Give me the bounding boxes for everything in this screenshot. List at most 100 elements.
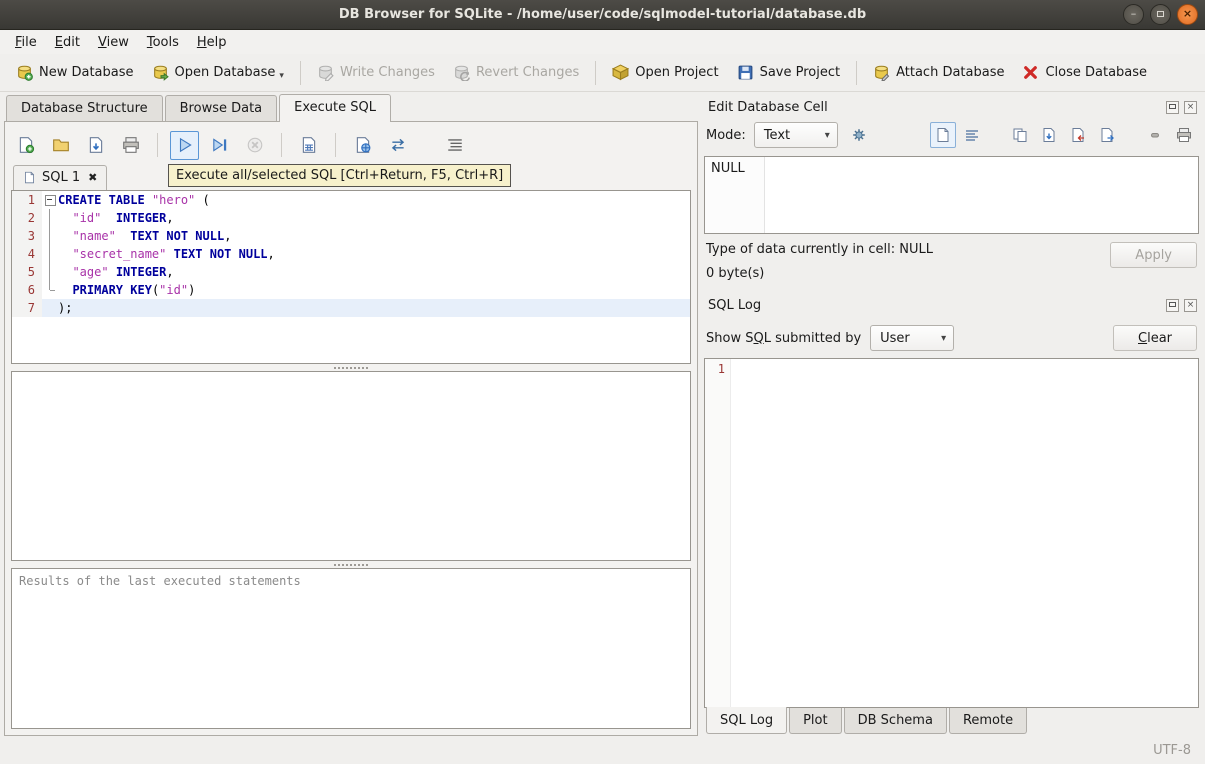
code-line[interactable]: 1 CREATE TABLE "hero" ( — [12, 191, 690, 209]
fold-marker-icon[interactable] — [42, 191, 58, 209]
bottom-tab-remote[interactable]: Remote — [948, 708, 1028, 734]
text-view-button[interactable] — [930, 122, 956, 148]
code-line[interactable]: 7); — [12, 299, 690, 317]
apply-button[interactable]: Apply — [1110, 242, 1197, 268]
execute-all-button[interactable] — [170, 130, 199, 160]
submitter-select[interactable]: User ▾ — [870, 325, 955, 351]
code-lines: 1 CREATE TABLE "hero" (2 "id" INTEGER, 3 "… — [12, 191, 690, 317]
code-line[interactable]: 6 PRIMARY KEY("id") — [12, 281, 690, 299]
stop-execution-button[interactable] — [240, 131, 269, 160]
save-sql-file-button[interactable] — [81, 131, 110, 160]
text-view-icon — [935, 127, 951, 143]
float-glyph-icon — [1169, 301, 1176, 307]
fold-marker-icon — [42, 263, 58, 281]
set-null-button[interactable] — [1142, 122, 1168, 148]
tab-sql-1[interactable]: SQL 1 ✖ — [13, 165, 108, 190]
clear-button[interactable]: Clear — [1113, 325, 1197, 351]
new-database-button[interactable]: New Database — [8, 58, 142, 87]
float-panel-icon[interactable] — [1166, 100, 1179, 114]
attach-database-button[interactable]: Attach Database — [865, 58, 1012, 87]
stop-execution-icon — [246, 136, 264, 154]
import-cell-button[interactable] — [1065, 122, 1091, 148]
tab-database-structure[interactable]: Database Structure — [6, 95, 163, 122]
sql-log-header: SQL Log × — [704, 292, 1199, 318]
main-area: Database Structure Browse Data Execute SQL… — [0, 92, 1205, 736]
right-pane: Edit Database Cell × Mode: Text ▾ NULL T… — [704, 94, 1201, 736]
sql-log-panel: SQL Log × Show SQL submitted by User ▾ C… — [704, 292, 1199, 736]
code-text: "age" INTEGER, — [72, 265, 174, 279]
window-title: DB Browser for SQLite - /home/user/code/… — [338, 7, 867, 22]
code-text: CREATE TABLE "hero" ( — [58, 193, 210, 207]
print-cell-button[interactable] — [1171, 122, 1197, 148]
format-sql-icon — [446, 136, 464, 154]
statusbar: UTF-8 — [0, 736, 1205, 764]
menu-help[interactable]: Help — [188, 32, 236, 53]
float-panel-icon[interactable] — [1166, 298, 1179, 312]
code-line[interactable]: 3 "name" TEXT NOT NULL, — [12, 227, 690, 245]
revert-changes-label: Revert Changes — [475, 65, 580, 80]
execute-current-line-button[interactable] — [205, 131, 234, 160]
close-panel-icon[interactable]: × — [1184, 298, 1197, 312]
line-number: 5 — [12, 263, 42, 281]
cell-type-info: Type of data currently in cell: NULL — [706, 242, 933, 257]
code-line[interactable]: 4 "secret_name" TEXT NOT NULL, — [12, 245, 690, 263]
window-controls: – × — [1123, 4, 1198, 25]
open-project-button[interactable]: Open Project — [604, 58, 726, 87]
sql-log-view[interactable]: 1 — [704, 358, 1199, 708]
set-null-icon — [1147, 127, 1163, 143]
chevron-down-icon[interactable]: ▾ — [279, 71, 284, 81]
titlebar[interactable]: DB Browser for SQLite - /home/user/code/… — [0, 0, 1205, 30]
bottom-tab-plot[interactable]: Plot — [789, 708, 842, 734]
sql-log-title: SQL Log — [708, 297, 762, 313]
revert-changes-button[interactable]: Revert Changes — [445, 58, 587, 87]
open-sql-file-icon — [52, 136, 70, 154]
save-cell-button[interactable] — [1036, 122, 1062, 148]
toolbar-separator — [281, 133, 282, 157]
tab-execute-sql[interactable]: Execute SQL — [279, 94, 392, 122]
chevron-down-icon: ▾ — [824, 129, 830, 141]
fold-marker-icon — [42, 299, 58, 317]
menu-view[interactable]: View — [89, 32, 138, 53]
splitter-handle[interactable] — [11, 561, 691, 568]
open-remote-icon — [354, 136, 372, 154]
main-toolbar: New Database Open Database ▾ Write Changes R… — [0, 54, 1205, 92]
import-settings-button[interactable] — [846, 122, 872, 148]
menu-file[interactable]: File — [6, 32, 46, 53]
close-database-button[interactable]: Close Database — [1014, 58, 1155, 87]
find-replace-button[interactable] — [383, 131, 412, 160]
menu-tools[interactable]: Tools — [138, 32, 188, 53]
cell-value-editor[interactable]: NULL — [704, 156, 1199, 234]
save-results-button[interactable] — [294, 131, 323, 160]
print-sql-button[interactable] — [116, 131, 145, 160]
tab-browse-data[interactable]: Browse Data — [164, 95, 278, 122]
cell-value: NULL — [705, 157, 765, 233]
open-database-button[interactable]: Open Database ▾ — [144, 58, 292, 87]
fold-marker-icon — [42, 227, 58, 245]
line-number: 6 — [12, 281, 42, 299]
code-line[interactable]: 5 "age" INTEGER, — [12, 263, 690, 281]
open-sql-new-tab-button[interactable] — [11, 131, 40, 160]
save-project-button[interactable]: Save Project — [729, 58, 849, 87]
code-line[interactable]: 2 "id" INTEGER, — [12, 209, 690, 227]
open-sql-file-button[interactable] — [46, 131, 75, 160]
open-sql-new-tab-icon — [17, 136, 35, 154]
splitter-handle[interactable] — [11, 364, 691, 371]
minimize-button[interactable]: – — [1123, 4, 1144, 25]
bottom-tab-sql-log[interactable]: SQL Log — [706, 707, 788, 734]
mode-select[interactable]: Text ▾ — [753, 122, 838, 148]
close-tab-icon[interactable]: ✖ — [88, 171, 97, 184]
open-remote-button[interactable] — [348, 131, 377, 160]
edit-cell-title: Edit Database Cell — [708, 99, 828, 115]
close-panel-icon[interactable]: × — [1184, 100, 1197, 114]
sql-code-editor[interactable]: 1 CREATE TABLE "hero" (2 "id" INTEGER, 3 "… — [11, 190, 691, 364]
format-sql-button[interactable] — [440, 131, 469, 160]
maximize-button[interactable] — [1150, 4, 1171, 25]
write-changes-button[interactable]: Write Changes — [309, 58, 443, 87]
copy-cell-button[interactable] — [1007, 122, 1033, 148]
export-cell-button[interactable] — [1094, 122, 1120, 148]
close-window-button[interactable]: × — [1177, 4, 1198, 25]
new-database-label: New Database — [39, 65, 134, 80]
word-wrap-button[interactable] — [959, 122, 985, 148]
bottom-tab-db-schema[interactable]: DB Schema — [843, 708, 947, 734]
menu-edit[interactable]: Edit — [46, 32, 89, 53]
